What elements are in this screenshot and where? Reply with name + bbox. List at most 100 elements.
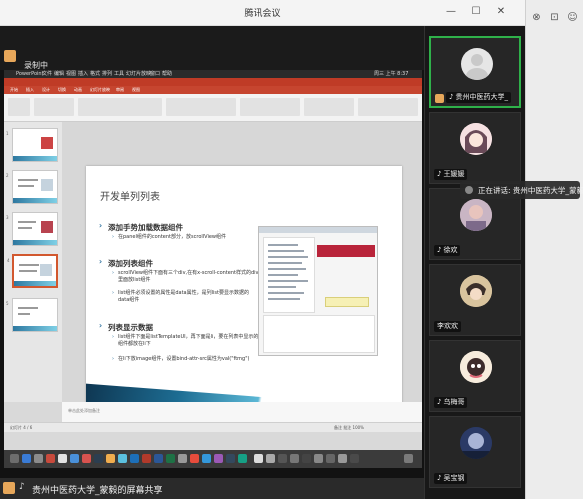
share-banner-label: 贵州中医药大学_蒙毅的屏幕共享 xyxy=(32,486,163,496)
slide-thumb[interactable]: 2 xyxy=(6,170,58,204)
thumb-swoosh xyxy=(13,240,57,245)
excel-icon[interactable] xyxy=(166,454,175,463)
app-icon[interactable] xyxy=(46,454,55,463)
participant-tile[interactable]: ♪ 王媛媛 xyxy=(429,112,521,184)
thumb-line xyxy=(18,221,36,223)
app-icon[interactable] xyxy=(58,454,67,463)
layout-icon[interactable]: ⊡ xyxy=(548,11,561,24)
app-icon[interactable] xyxy=(226,454,235,463)
app-icon[interactable] xyxy=(214,454,223,463)
app-icon[interactable] xyxy=(34,454,43,463)
thumb-line xyxy=(18,313,30,315)
app-icon[interactable] xyxy=(202,454,211,463)
app-icon[interactable] xyxy=(70,454,79,463)
app-icon[interactable] xyxy=(22,454,31,463)
bullet-item: list组件必须设置的属性是data属性，是列list要显示数据的data组件 xyxy=(112,290,260,304)
speaking-indicator-text: 正在讲话: 贵州中医药大学_蒙毅 xyxy=(478,186,583,195)
tab-slideshow: 幻灯片放映 xyxy=(90,87,110,92)
thumb-line xyxy=(18,179,38,181)
photo-avatar xyxy=(460,199,492,231)
pin-icon[interactable]: ⊗ xyxy=(530,11,543,24)
menu-edit: 编辑 xyxy=(54,71,65,77)
minimize-button[interactable]: — xyxy=(444,5,458,19)
bullet-item: 在li下放image组件，设置bind-attr-src属性为val("ftmg… xyxy=(112,356,260,363)
participant-tile[interactable]: ♪ 贵州中医药大学_ xyxy=(429,36,521,108)
app-icon[interactable] xyxy=(130,454,139,463)
app-icon[interactable] xyxy=(118,454,127,463)
cartoon-avatar xyxy=(460,351,492,383)
maximize-button[interactable]: ☐ xyxy=(469,5,483,19)
mic-icon: ♪ xyxy=(449,93,454,101)
close-button[interactable]: ✕ xyxy=(494,5,508,19)
participant-name: ♪ 王媛媛 xyxy=(434,169,468,180)
app-icon[interactable] xyxy=(190,454,199,463)
tab-transitions: 切换 xyxy=(58,87,66,92)
slide-counter: 幻灯片 4 / 6 xyxy=(10,425,33,430)
ppt-ribbon xyxy=(4,94,422,122)
menu-file: 文件 xyxy=(42,71,53,77)
share-banner: ♪ 贵州中医药大学_蒙毅的屏幕共享 xyxy=(0,478,424,499)
powerpoint-icon[interactable] xyxy=(142,454,151,463)
thumb-number: 4 xyxy=(7,258,10,263)
app-icon[interactable] xyxy=(82,454,91,463)
sharer-icon xyxy=(4,50,16,62)
ide-screenshot xyxy=(258,226,378,356)
menu-arrange: 排列 xyxy=(102,71,113,77)
menu-slideshow: 幻灯片放映 xyxy=(126,71,152,77)
thumb-line xyxy=(18,307,38,309)
app-icon[interactable] xyxy=(350,454,359,463)
people-icon[interactable]: ☺ xyxy=(566,11,579,24)
participant-name-text: 李欢欢 xyxy=(437,322,458,330)
thumb-swoosh xyxy=(14,281,56,286)
participant-tile[interactable]: 李欢欢 xyxy=(429,264,521,336)
app-icon[interactable] xyxy=(338,454,347,463)
app-icon[interactable] xyxy=(238,454,247,463)
title-bar: 腾讯会议 — ☐ ✕ xyxy=(0,0,525,26)
participant-tile[interactable]: ♪ 乌梅哥 xyxy=(429,340,521,412)
word-icon[interactable] xyxy=(154,454,163,463)
thumb-image xyxy=(40,264,52,276)
slide-thumb-selected[interactable]: 4 xyxy=(7,254,58,288)
night-sky-avatar xyxy=(460,427,492,459)
user-icon xyxy=(3,482,15,494)
mac-menu-bar: PowerPoint 文件 编辑 视图 插入 格式 排列 工具 幻灯片放映 窗口… xyxy=(4,70,422,78)
trash-icon[interactable] xyxy=(404,454,413,463)
paste-group xyxy=(8,98,30,116)
app-icon[interactable] xyxy=(178,454,187,463)
finder-icon[interactable] xyxy=(10,454,19,463)
app-icon[interactable] xyxy=(94,454,103,463)
thumb-swoosh xyxy=(13,198,57,203)
app-icon[interactable] xyxy=(302,454,311,463)
app-icon[interactable] xyxy=(254,454,263,463)
current-slide[interactable]: 开发单列列表 添加手势加载数据组件 在panel组件的content部分，放sc… xyxy=(86,166,402,410)
share-top-area: 录制中 xyxy=(0,26,424,70)
slide-editor: 开发单列列表 添加手势加载数据组件 在panel组件的content部分，放sc… xyxy=(62,122,422,422)
ide-header xyxy=(259,227,377,233)
slide-thumb[interactable]: 3 xyxy=(6,212,58,246)
mic-icon: ♪ xyxy=(437,170,442,178)
notes-placeholder: 单击此处添加备注 xyxy=(68,408,100,413)
app-icon[interactable] xyxy=(326,454,335,463)
app-icon[interactable] xyxy=(106,454,115,463)
slide-thumbnails: 1 2 3 4 5 xyxy=(4,122,62,402)
ppt-title-bar xyxy=(4,78,422,86)
thumb-number: 2 xyxy=(6,173,9,178)
app-icon[interactable] xyxy=(290,454,299,463)
mic-icon: ♪ xyxy=(437,398,442,406)
slide-thumb[interactable]: 5 xyxy=(6,298,58,332)
drawing-group xyxy=(240,98,300,116)
app-icon[interactable] xyxy=(278,454,287,463)
slide-thumb[interactable]: 1 xyxy=(6,128,58,162)
speaker-avatar-dot xyxy=(465,186,473,194)
app-icon[interactable] xyxy=(314,454,323,463)
bullet-item: scrollView组件下面有三个div,在有x-scroll-content样… xyxy=(112,270,260,284)
tab-animations: 动画 xyxy=(74,87,82,92)
participant-name: ♪ 贵州中医药大学_ xyxy=(446,92,511,103)
app-icon[interactable] xyxy=(266,454,275,463)
participant-tile[interactable]: ♪ 吴宝钢 xyxy=(429,416,521,488)
mac-clock: 周三 上午 8:37 xyxy=(374,71,409,77)
thumb-number: 5 xyxy=(6,301,9,306)
participant-name: ♪ 乌梅哥 xyxy=(434,397,468,408)
tab-design: 设计 xyxy=(42,87,50,92)
notes-pane[interactable]: 单击此处添加备注 xyxy=(62,402,422,422)
